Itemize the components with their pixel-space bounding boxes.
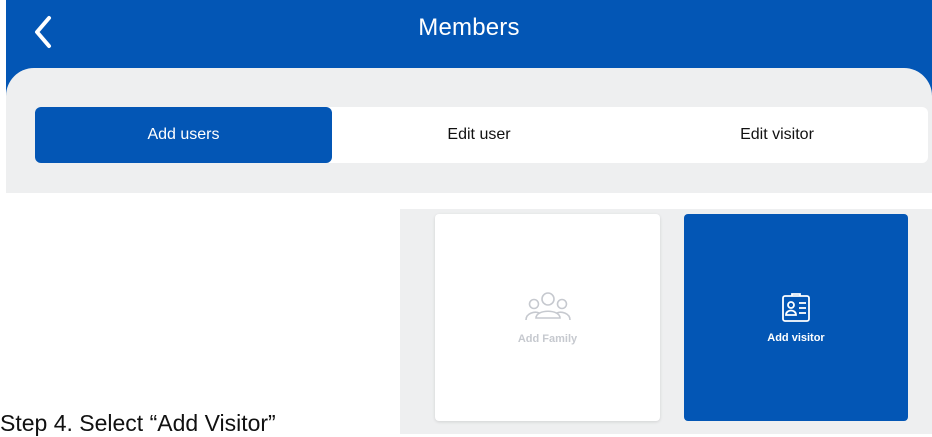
page-title: Members xyxy=(418,14,520,41)
content-area: Add users Edit user Edit visitor xyxy=(6,68,932,193)
group-icon xyxy=(524,291,571,320)
tab-edit-user[interactable]: Edit user xyxy=(332,107,626,163)
option-cards: Add Family Add visitor xyxy=(400,209,932,434)
app-header: Members xyxy=(6,0,932,68)
step-caption: Step 4. Select “Add Visitor” xyxy=(0,410,276,436)
tab-add-users[interactable]: Add users xyxy=(35,107,332,163)
add-visitor-card[interactable]: Add visitor xyxy=(684,214,908,421)
add-visitor-label: Add visitor xyxy=(767,331,825,344)
id-card-icon xyxy=(782,292,810,322)
members-panel: Members Add users Edit user Edit visitor xyxy=(6,0,932,193)
add-family-label: Add Family xyxy=(517,332,578,345)
tab-edit-visitor[interactable]: Edit visitor xyxy=(626,107,928,163)
add-family-card[interactable]: Add Family xyxy=(435,214,660,421)
tab-bar: Add users Edit user Edit visitor xyxy=(35,107,928,163)
